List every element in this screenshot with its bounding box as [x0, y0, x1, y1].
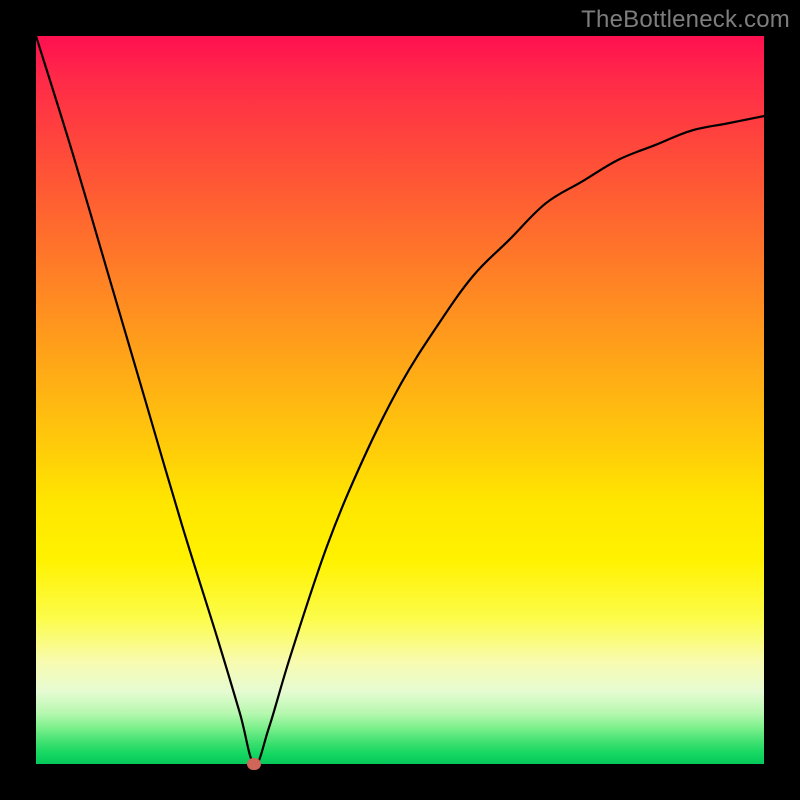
minimum-marker	[247, 758, 261, 770]
bottleneck-curve	[36, 36, 764, 764]
watermark-text: TheBottleneck.com	[581, 6, 790, 34]
plot-area	[36, 36, 764, 764]
chart-frame: TheBottleneck.com	[0, 0, 800, 800]
